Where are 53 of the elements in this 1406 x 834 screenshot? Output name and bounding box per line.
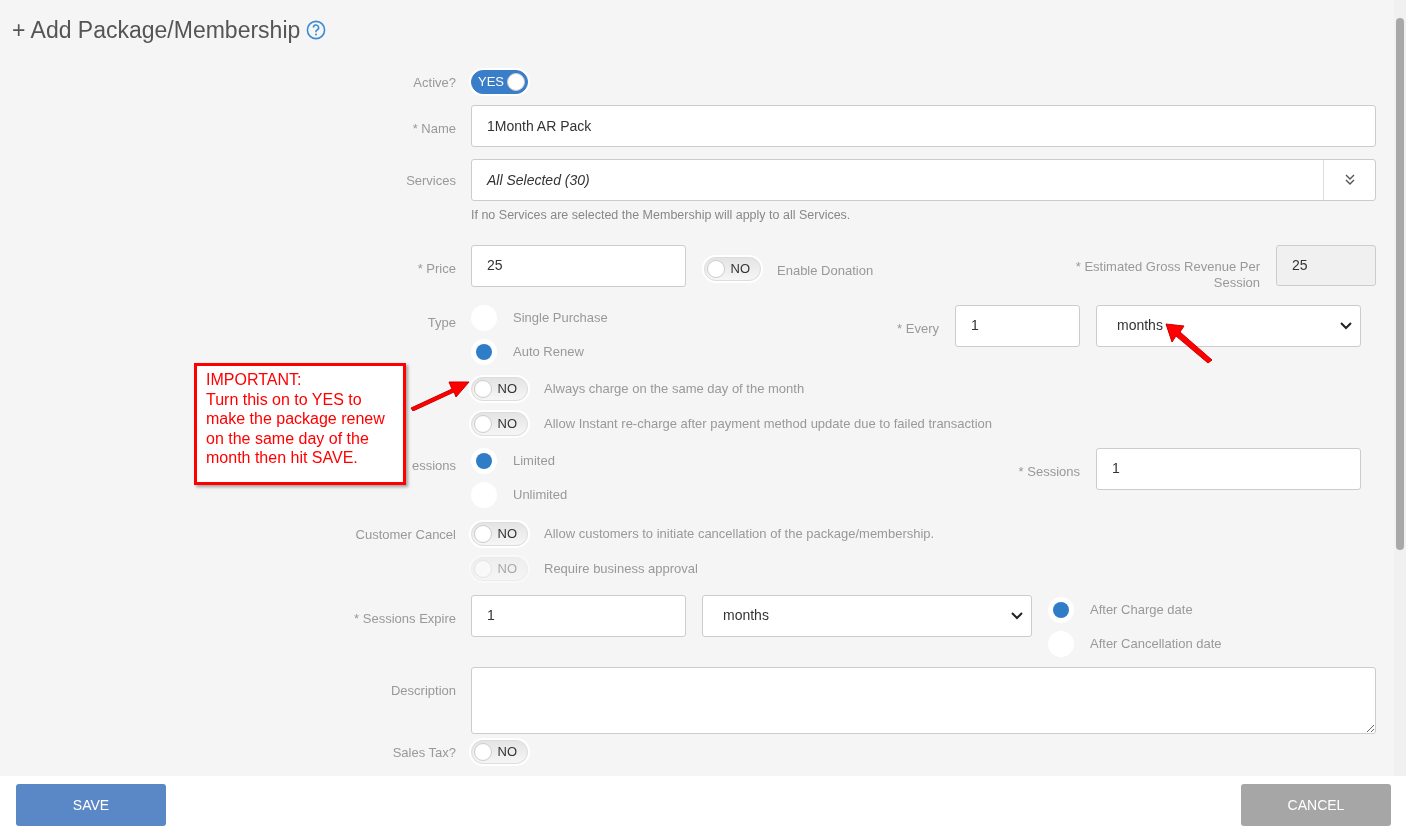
option-label: Auto Renew bbox=[513, 343, 584, 361]
scrollbar[interactable] bbox=[1394, 0, 1406, 776]
expire-input[interactable]: 1 bbox=[471, 594, 686, 637]
toggle-label: Enable Donation bbox=[777, 262, 874, 280]
price-input[interactable]: 25 bbox=[471, 244, 686, 287]
services-select[interactable]: All Selected (30) bbox=[471, 159, 1376, 201]
option-label: Single Purchase bbox=[513, 309, 608, 327]
unit-select[interactable]: months bbox=[1096, 304, 1361, 347]
description-textarea[interactable] bbox=[471, 666, 1376, 734]
select-value: All Selected (30) bbox=[485, 170, 591, 190]
toggle-label: Require business approval bbox=[544, 560, 698, 578]
annotation-arrow bbox=[1164, 322, 1214, 364]
toggle-switch[interactable]: NO bbox=[471, 376, 528, 401]
field-label: Sales Tax? bbox=[392, 744, 456, 760]
radio-button[interactable] bbox=[471, 447, 497, 474]
help-icon[interactable] bbox=[306, 20, 327, 40]
every-input[interactable]: 1 bbox=[955, 304, 1080, 347]
double-chevron-icon bbox=[1344, 174, 1355, 186]
unit-select[interactable]: months bbox=[702, 594, 1032, 637]
help-text: If no Services are selected the Membership will apply to all Services. bbox=[471, 207, 852, 224]
field-label: * Price bbox=[417, 260, 456, 276]
sessions-input[interactable]: 1 bbox=[1096, 447, 1361, 490]
toggle-switch[interactable]: YES bbox=[471, 70, 528, 94]
field-label: * Estimated Gross Revenue Per Session bbox=[1074, 258, 1260, 291]
field-label: * Sessions bbox=[1018, 462, 1080, 481]
field-label: Customer Cancel bbox=[355, 526, 456, 542]
field-label: Type bbox=[427, 314, 456, 330]
option-label: Unlimited bbox=[513, 486, 568, 504]
toggle-label: Always charge on the same day of the month bbox=[544, 380, 805, 398]
option-label: Limited bbox=[513, 452, 555, 470]
option-label: After Charge date bbox=[1090, 601, 1193, 619]
field-label: * Sessions Expire bbox=[354, 610, 456, 626]
page-title: + Add Package/Membership bbox=[12, 15, 301, 45]
field-label: Services bbox=[406, 173, 456, 188]
field-label: Active? bbox=[413, 75, 456, 90]
text-input[interactable]: 1Month AR Pack bbox=[471, 105, 1376, 147]
annotation-text: IMPORTANT: Turn this on to YES to make the package renew on the same day of the month then hit SAVE. bbox=[206, 370, 386, 468]
field-label: * Every bbox=[897, 319, 939, 338]
toggle-switch[interactable]: NO bbox=[471, 521, 528, 546]
toggle-switch[interactable]: NO bbox=[471, 739, 528, 764]
chevron-down-icon bbox=[1011, 611, 1023, 620]
field-label: * Name bbox=[412, 121, 456, 136]
radio-button[interactable] bbox=[471, 338, 497, 365]
toggle-switch[interactable]: NO bbox=[471, 411, 528, 436]
toggle-label: Allow Instant re-charge after payment method update due to failed transaction bbox=[544, 415, 993, 433]
option-label: After Cancellation date bbox=[1090, 635, 1222, 653]
toggle-switch[interactable]: NO bbox=[704, 256, 761, 281]
radio-button[interactable] bbox=[1048, 596, 1074, 623]
field-label: essions bbox=[411, 457, 456, 473]
save-button[interactable]: SAVE bbox=[16, 784, 166, 826]
chevron-down-icon bbox=[1340, 321, 1352, 330]
toggle-label: Allow customers to initiate cancellation of the package/membership. bbox=[544, 525, 935, 543]
field-label: Description bbox=[390, 682, 456, 698]
